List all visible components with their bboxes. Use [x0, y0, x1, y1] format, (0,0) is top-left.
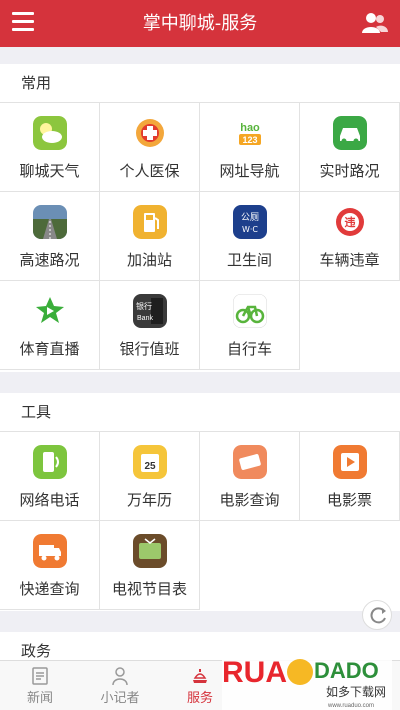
service-car-violation[interactable]: 违 车辆违章 — [300, 192, 400, 281]
tab-label: 小记者 — [100, 691, 140, 706]
svg-text:www.ruaduo.com: www.ruaduo.com — [327, 703, 374, 709]
tool-tv-guide[interactable]: 电视节目表 — [100, 521, 200, 610]
service-highway[interactable]: 高速路况 — [0, 192, 100, 281]
svg-text:Bank: Bank — [137, 315, 153, 322]
service-label: 自行车 — [226, 340, 272, 358]
section-title: 工具 — [0, 393, 400, 432]
movie-search-icon — [233, 445, 267, 479]
service-label: 聊城天气 — [19, 162, 80, 180]
service-label: 银行值班 — [119, 340, 180, 358]
svg-text:RUA: RUA — [222, 656, 287, 689]
express-icon — [33, 534, 67, 568]
gas-station-icon — [133, 205, 167, 239]
service-label: 体育直播 — [19, 340, 80, 358]
tab-news[interactable]: 新闻 — [0, 661, 80, 710]
service-label: 电影查询 — [219, 491, 280, 509]
service-label: 卫生间 — [226, 251, 272, 269]
bank-icon: 银行 Bank — [133, 294, 167, 328]
svg-text:hao: hao — [240, 122, 260, 134]
tv-guide-icon — [133, 534, 167, 568]
tool-net-phone[interactable]: 网络电话 — [0, 432, 100, 521]
svg-text:公厕: 公厕 — [241, 212, 259, 223]
service-icon — [193, 669, 207, 683]
tool-movie-ticket[interactable]: 电影票 — [300, 432, 400, 521]
svg-text:W·C: W·C — [242, 225, 258, 234]
car-violation-icon: 违 — [333, 205, 367, 239]
service-label: 电影票 — [326, 491, 372, 509]
tab-reporter[interactable]: 小记者 — [80, 661, 160, 710]
service-label: 加油站 — [126, 251, 172, 269]
svg-text:123: 123 — [242, 135, 257, 145]
tools-grid: 网络电话 25 万年历 电影查询 电影票 快递查询 电视节目表 — [0, 432, 400, 610]
watermark-logo: RUA DADO 如多下载网 www.ruaduo.com — [222, 652, 392, 710]
tool-express[interactable]: 快递查询 — [0, 521, 100, 610]
refresh-button[interactable] — [362, 600, 392, 630]
page-title: 掌中聊城-服务 — [142, 13, 258, 34]
medical-insurance-icon — [133, 116, 167, 150]
service-toilet[interactable]: 公厕 W·C 卫生间 — [200, 192, 300, 281]
section-tools: 工具 网络电话 25 万年历 电影查询 电影票 快递查询 电视节目表 — [0, 393, 400, 611]
svg-text:25: 25 — [144, 461, 156, 472]
toilet-icon: 公厕 W·C — [233, 205, 267, 239]
svg-text:DADO: DADO — [314, 658, 379, 683]
service-gas-station[interactable]: 加油站 — [100, 192, 200, 281]
section-title: 常用 — [0, 64, 400, 103]
service-label: 网络电话 — [19, 491, 80, 509]
hao123-icon: hao123 — [233, 116, 267, 150]
calendar-icon: 25 — [133, 445, 167, 479]
sports-live-icon — [33, 294, 67, 328]
service-hao123[interactable]: hao 123 网址导航 — [200, 103, 300, 192]
svg-text:如多下载网: 如多下载网 — [326, 684, 386, 699]
service-weather[interactable]: 聊城天气 — [0, 103, 100, 192]
service-label: 实时路况 — [319, 162, 380, 180]
refresh-icon — [370, 607, 386, 624]
weather-icon — [33, 116, 67, 150]
service-label: 网址导航 — [219, 162, 280, 180]
service-label: 万年历 — [126, 491, 172, 509]
service-sports-live[interactable]: 体育直播 — [0, 281, 100, 370]
tab-label: 新闻 — [26, 691, 53, 706]
service-label: 高速路况 — [19, 251, 80, 269]
news-icon — [32, 667, 48, 685]
service-label: 电视节目表 — [111, 580, 187, 598]
section-common: 常用 聊城天气 个人医保 hao 123 网址导航 实时路况 高速路况 加油站 公… — [0, 64, 400, 372]
svg-text:银行: 银行 — [136, 301, 152, 311]
reporter-icon — [112, 667, 128, 686]
tool-movie-search[interactable]: 电影查询 — [200, 432, 300, 521]
service-bicycle[interactable]: 自行车 — [200, 281, 300, 370]
highway-icon — [33, 205, 67, 239]
service-grid: 聊城天气 个人医保 hao 123 网址导航 实时路况 高速路况 加油站 公厕 W·… — [0, 103, 400, 371]
movie-ticket-icon — [333, 445, 367, 479]
traffic-car-icon — [333, 116, 367, 150]
service-label: 车辆违章 — [319, 251, 380, 269]
svg-text:违: 违 — [345, 215, 356, 229]
user-icon[interactable] — [362, 11, 388, 35]
bicycle-icon — [233, 294, 267, 328]
service-medical-insurance[interactable]: 个人医保 — [100, 103, 200, 192]
app-header: 掌中聊城-服务 — [0, 0, 400, 47]
service-bank[interactable]: 银行 Bank 银行值班 — [100, 281, 200, 370]
service-label: 快递查询 — [19, 580, 80, 598]
service-label: 个人医保 — [119, 162, 180, 180]
service-traffic[interactable]: 实时路况 — [300, 103, 400, 192]
tool-calendar[interactable]: 25 万年历 — [100, 432, 200, 521]
phone-icon — [33, 445, 67, 479]
